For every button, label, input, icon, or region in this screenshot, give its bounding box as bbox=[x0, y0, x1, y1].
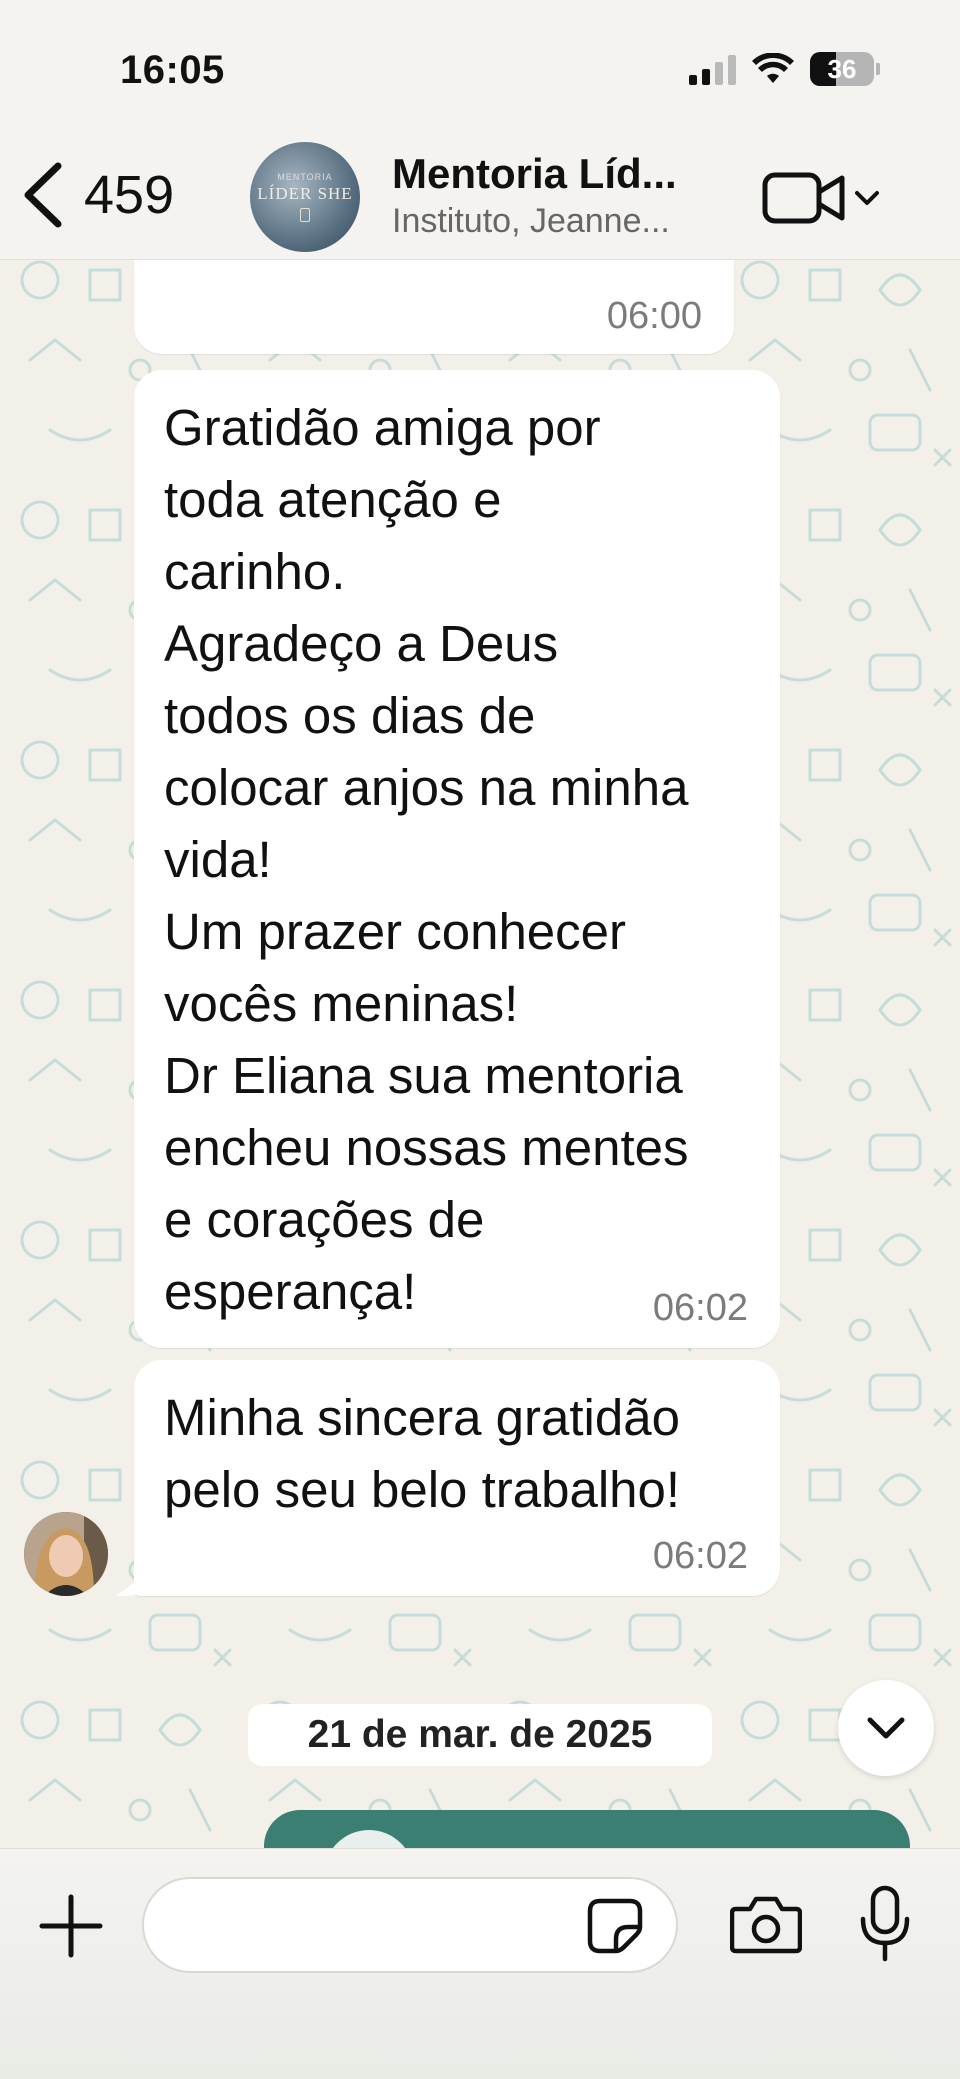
message-bubble[interactable]: 06:00 bbox=[134, 260, 734, 354]
message-bubble[interactable]: Minha sincera gratidão pelo seu belo tra… bbox=[134, 1360, 780, 1596]
back-button[interactable]: 459 bbox=[20, 160, 174, 230]
battery-level: 36 bbox=[827, 53, 857, 84]
video-call-icon bbox=[762, 172, 845, 224]
avatar-logo-mark bbox=[300, 208, 310, 222]
video-call-button[interactable] bbox=[762, 170, 880, 226]
chevron-down-icon bbox=[867, 1717, 905, 1739]
date-separator: 21 de mar. de 2025 bbox=[248, 1704, 712, 1766]
battery-icon: 36 bbox=[810, 52, 880, 86]
unread-count: 459 bbox=[84, 165, 175, 225]
microphone-icon[interactable] bbox=[858, 1885, 912, 1963]
camera-icon[interactable] bbox=[730, 1893, 802, 1955]
input-bar bbox=[0, 1848, 960, 2079]
message-time: 06:02 bbox=[652, 1287, 748, 1329]
status-icons: 36 bbox=[689, 52, 880, 86]
avatar-caption: MENTORIA bbox=[277, 172, 333, 182]
group-members[interactable]: Instituto, Jeanne... bbox=[392, 202, 670, 241]
plus-icon[interactable] bbox=[36, 1891, 106, 1961]
wifi-icon bbox=[752, 53, 794, 83]
signal-bars-icon bbox=[689, 53, 736, 85]
status-time: 16:05 bbox=[120, 48, 225, 92]
message-list[interactable]: 06:00 Gratidão amiga por toda atenção e … bbox=[0, 260, 960, 1848]
person-photo-icon bbox=[24, 1512, 108, 1596]
avatar-logo-text: LÍDER SHE bbox=[257, 184, 353, 203]
chevron-down-icon bbox=[855, 191, 879, 205]
sticker-icon[interactable] bbox=[586, 1897, 644, 1955]
message-bubble[interactable]: Gratidão amiga por toda atenção e carinh… bbox=[134, 370, 780, 1348]
status-bar: 16:05 36 bbox=[0, 0, 960, 140]
message-time: 06:00 bbox=[606, 295, 702, 337]
chevron-left-icon bbox=[24, 162, 62, 228]
message-text: Minha sincera gratidão pelo seu belo tra… bbox=[164, 1389, 681, 1518]
media-thumbnail bbox=[324, 1830, 414, 1848]
scroll-to-bottom-button[interactable] bbox=[838, 1680, 934, 1776]
message-text: Gratidão amiga por toda atenção e carinh… bbox=[164, 399, 689, 1320]
group-name[interactable]: Mentoria Líd... bbox=[392, 150, 677, 198]
sender-avatar[interactable] bbox=[24, 1512, 108, 1596]
group-avatar[interactable]: MENTORIA LÍDER SHE bbox=[250, 142, 360, 252]
message-time: 06:02 bbox=[652, 1535, 748, 1577]
outgoing-message-bubble[interactable] bbox=[264, 1810, 910, 1848]
chat-header: 459 MENTORIA LÍDER SHE Mentoria Líd... I… bbox=[0, 140, 960, 260]
